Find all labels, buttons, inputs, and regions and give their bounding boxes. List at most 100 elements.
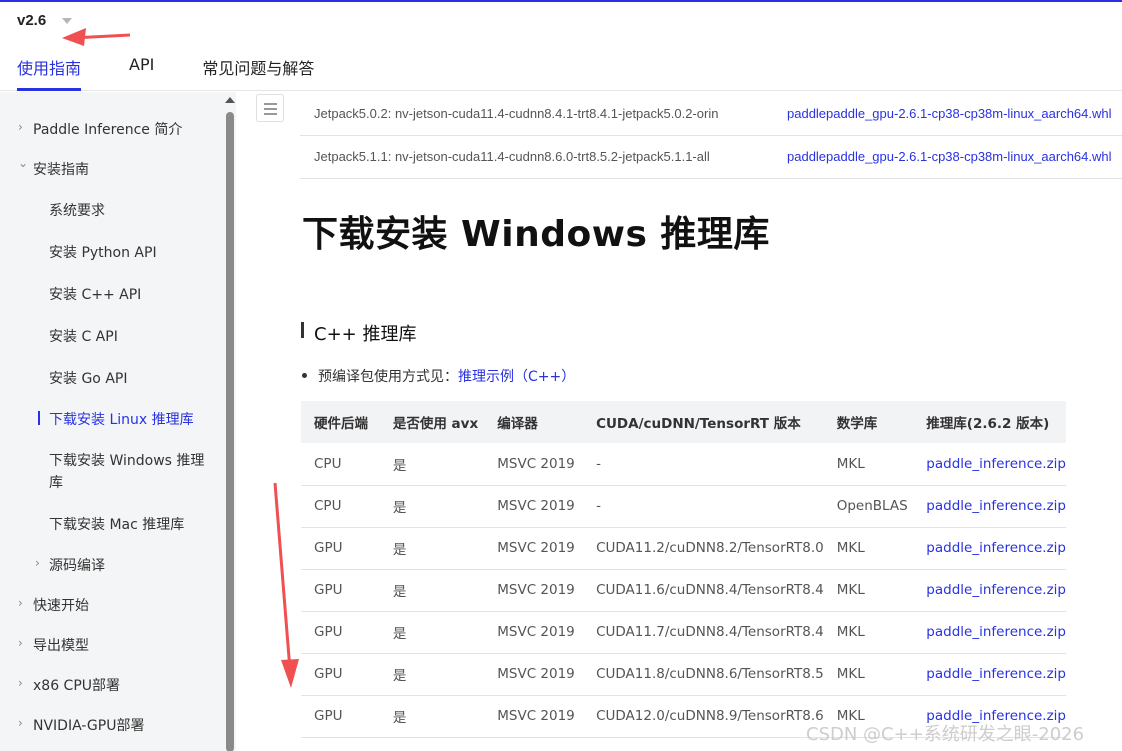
sidebar-item-label: 安装 C API xyxy=(49,329,118,345)
sidebar-item-label: 下载安装 Mac 推理库 xyxy=(49,517,185,533)
sidebar-item-x86-cpu[interactable]: › x86 CPU部署 xyxy=(0,675,224,695)
table-cell: MSVC 2019 xyxy=(484,611,584,654)
section-heading: C++ 推理库 xyxy=(314,324,417,345)
download-link[interactable]: paddle_inference.zip xyxy=(913,569,1066,612)
download-link[interactable]: paddle_inference.zip xyxy=(913,443,1066,486)
download-link[interactable]: paddlepaddle_gpu-2.6.1-cp38-cp38m-linux_… xyxy=(787,135,1122,179)
table-cell: 是 xyxy=(379,527,485,570)
table-cell: 是 xyxy=(379,695,485,738)
sidebar-item-install-cpp[interactable]: 安装 C++ API xyxy=(0,284,224,304)
main-nav: 使用指南 API 常见问题与解答 xyxy=(17,55,362,91)
menu-icon xyxy=(264,103,277,105)
table-row: Jetpack5.1.1: nv-jetson-cuda11.4-cudnn8.… xyxy=(300,135,1122,179)
download-link[interactable]: paddle_inference.zip xyxy=(913,485,1066,528)
sidebar-item-label: Paddle Inference 简介 xyxy=(33,122,183,138)
sidebar-item-label: 安装 Go API xyxy=(49,371,128,387)
table-cell: MKL xyxy=(823,611,914,654)
column-header: 推理库(2.6.2 版本) xyxy=(913,401,1066,443)
chevron-right-icon: › xyxy=(18,596,23,610)
sidebar-item-windows-lib[interactable]: 下载安装 Windows 推理 库 xyxy=(0,450,224,494)
tab-faq[interactable]: 常见问题与解答 xyxy=(202,55,314,91)
sidebar-item-install-guide[interactable]: ⌄ 安装指南 xyxy=(0,156,224,179)
chevron-right-icon: › xyxy=(35,556,40,570)
table-cell: MSVC 2019 xyxy=(484,527,584,570)
sidebar-item-label: 快速开始 xyxy=(33,598,89,614)
chevron-right-icon: › xyxy=(18,676,23,690)
table-cell: Jetpack5.0.2: nv-jetson-cuda11.4-cudnn8.… xyxy=(300,92,787,136)
table-cell: GPU xyxy=(301,611,380,654)
column-header: 数学库 xyxy=(823,401,914,443)
sidebar-item-label: 安装 Python API xyxy=(49,245,157,261)
table-cell: MSVC 2019 xyxy=(484,569,584,612)
table-row: Jetpack5.0.2: nv-jetson-cuda11.4-cudnn8.… xyxy=(300,92,1122,136)
table-cell: CUDA11.8/cuDNN8.6/TensorRT8.5 xyxy=(583,653,824,696)
tab-user-guide[interactable]: 使用指南 xyxy=(17,55,82,91)
sidebar: › Paddle Inference 简介 ⌄ 安装指南 系统要求 安装 Pyt… xyxy=(0,92,224,751)
table-cell: CUDA12.0/cuDNN8.9/TensorRT8.6 xyxy=(583,695,824,738)
table-cell: MKL xyxy=(823,653,914,696)
sidebar-item-label: NVIDIA-GPU部署 xyxy=(33,718,145,734)
sidebar-item-label: 安装指南 xyxy=(33,162,89,178)
table-header-row: 硬件后端 是否使用 avx 编译器 CUDA/cuDNN/TensorRT 版本… xyxy=(301,401,1066,443)
table-cell: GPU xyxy=(301,695,380,738)
sidebar-item-intro[interactable]: › Paddle Inference 简介 xyxy=(0,119,224,139)
table-row: GPU 是 MSVC 2019 CUDA11.7/cuDNN8.4/TensorRT8… xyxy=(301,611,1066,654)
table-cell: MKL xyxy=(823,527,914,570)
table-cell: GPU xyxy=(301,569,380,612)
table-row: GPU 是 MSVC 2019 CUDA11.8/cuDNN8.6/TensorRT8… xyxy=(301,653,1066,696)
chevron-right-icon: › xyxy=(18,120,23,134)
version-selector[interactable]: v2.6 xyxy=(17,12,46,29)
sidebar-item-install-c[interactable]: 安装 C API xyxy=(0,326,224,346)
table-cell: GPU xyxy=(301,527,380,570)
annotation-arrowhead xyxy=(281,659,299,688)
sidebar-item-build-from-source[interactable]: › 源码编译 xyxy=(0,555,224,575)
table-cell: MSVC 2019 xyxy=(484,653,584,696)
sidebar-item-linux-lib[interactable]: 下载安装 Linux 推理库 xyxy=(0,409,224,429)
sidebar-item-nvidia-gpu[interactable]: › NVIDIA-GPU部署 xyxy=(0,715,224,735)
sidebar-item-label: 下载安装 Windows 推理 xyxy=(49,453,205,469)
scroll-up-arrow-icon[interactable] xyxy=(225,97,235,103)
sidebar-item-system-requirements[interactable]: 系统要求 xyxy=(0,200,224,220)
table-cell: MKL xyxy=(823,443,914,486)
table-cell: CPU xyxy=(301,485,380,528)
tab-api[interactable]: API xyxy=(129,55,154,91)
toc-toggle-button[interactable] xyxy=(256,94,284,122)
sidebar-item-install-go[interactable]: 安装 Go API xyxy=(0,368,224,388)
table-cell: MKL xyxy=(823,569,914,612)
windows-lib-table: 硬件后端 是否使用 avx 编译器 CUDA/cuDNN/TensorRT 版本… xyxy=(301,401,1066,738)
download-link[interactable]: paddle_inference.zip xyxy=(913,653,1066,696)
table-cell: Jetpack5.1.1: nv-jetson-cuda11.4-cudnn8.… xyxy=(300,135,787,179)
main-content: Jetpack5.0.2: nv-jetson-cuda11.4-cudnn8.… xyxy=(300,92,1122,751)
chevron-right-icon: › xyxy=(18,716,23,730)
table-cell: CPU xyxy=(301,443,380,486)
sidebar-scroll-thumb[interactable] xyxy=(226,112,234,751)
list-item: 预编译包使用方式见：推理示例（C++） xyxy=(301,366,575,386)
table-row: GPU 是 MSVC 2019 CUDA11.6/cuDNN8.4/TensorRT8… xyxy=(301,569,1066,612)
sidebar-item-label: 导出模型 xyxy=(33,638,89,654)
page-title: 下载安装 Windows 推理库 xyxy=(302,214,770,255)
chevron-right-icon: › xyxy=(18,636,23,650)
caret-down-icon[interactable] xyxy=(62,18,72,24)
table-cell: OpenBLAS xyxy=(823,485,914,528)
table-cell: 是 xyxy=(379,443,485,486)
table-cell: MSVC 2019 xyxy=(484,695,584,738)
sidebar-item-quick-start[interactable]: › 快速开始 xyxy=(0,595,224,615)
sidebar-item-label: 系统要求 xyxy=(49,203,105,219)
sidebar-item-mac-lib[interactable]: 下载安装 Mac 推理库 xyxy=(0,514,224,534)
column-header: 编译器 xyxy=(484,401,584,443)
download-link[interactable]: paddle_inference.zip xyxy=(913,527,1066,570)
column-header: 硬件后端 xyxy=(301,401,380,443)
table-row: CPU 是 MSVC 2019- MKL paddle_inference.zip xyxy=(301,443,1066,486)
table-row: CPU 是 MSVC 2019- OpenBLAS paddle_inference.z… xyxy=(301,485,1066,528)
sidebar-item-label-cont: 库 xyxy=(49,475,63,491)
sidebar-item-install-python[interactable]: 安装 Python API xyxy=(0,242,224,262)
section-marker xyxy=(301,322,304,338)
download-link[interactable]: paddlepaddle_gpu-2.6.1-cp38-cp38m-linux_… xyxy=(787,92,1122,136)
sidebar-item-label: 下载安装 Linux 推理库 xyxy=(49,412,194,428)
column-header: 是否使用 avx xyxy=(379,401,485,443)
header: v2.6 使用指南 API 常见问题与解答 xyxy=(0,2,1122,91)
download-link[interactable]: paddle_inference.zip xyxy=(913,611,1066,654)
example-link[interactable]: 推理示例（C++） xyxy=(458,369,575,385)
table-row: GPU 是 MSVC 2019 CUDA11.2/cuDNN8.2/TensorRT8… xyxy=(301,527,1066,570)
sidebar-item-export-model[interactable]: › 导出模型 xyxy=(0,635,224,655)
